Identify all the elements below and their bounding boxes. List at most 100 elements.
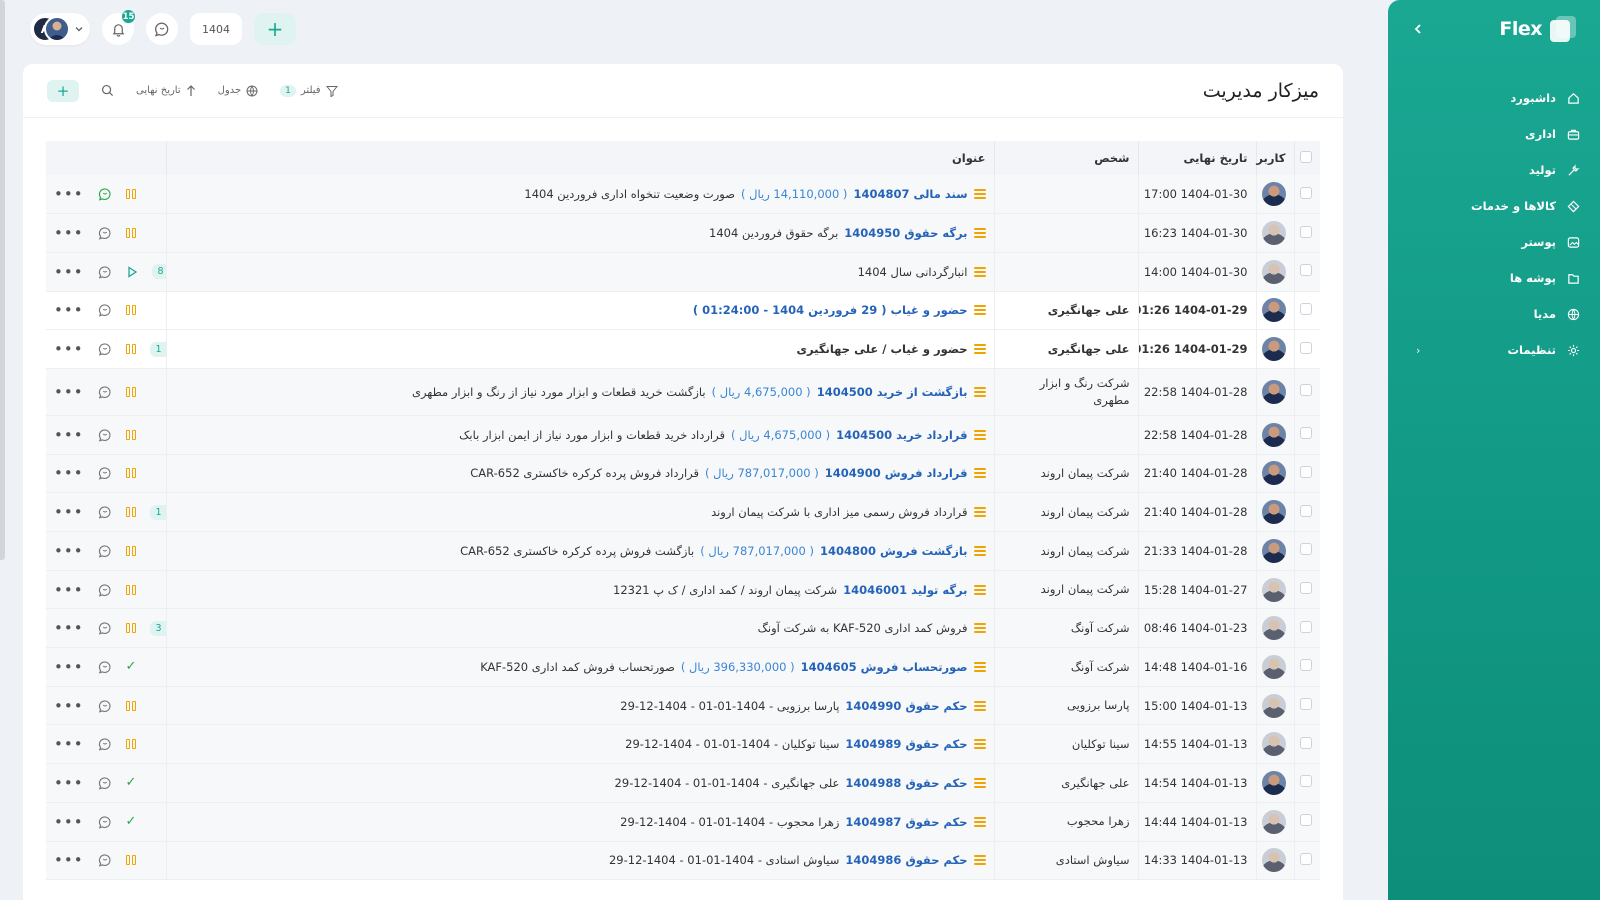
table-row[interactable]: 1404-01-27 15:28 شرکت پیمان اروند برگه تول… [46, 570, 1320, 610]
table-row[interactable]: 1404-01-13 14:44 زهرا محجوب حکم حقوق 14049… [46, 802, 1320, 842]
chat-icon[interactable] [98, 303, 112, 317]
row-checkbox[interactable] [1300, 582, 1312, 595]
chat-icon[interactable] [98, 385, 112, 399]
table-row[interactable]: 1404-01-13 14:55 سینا توکلیان حکم حقوق 140… [46, 724, 1320, 765]
pause-icon[interactable] [125, 305, 138, 316]
record-link[interactable]: قرارداد خرید 1404500 [836, 428, 967, 442]
more-icon[interactable]: ••• [54, 383, 84, 401]
more-icon[interactable]: ••• [54, 851, 84, 869]
sidebar-collapse-button[interactable] [1412, 20, 1424, 39]
col-user-header[interactable]: کاربر [1255, 141, 1294, 175]
avatar[interactable] [1261, 259, 1286, 284]
select-all-checkbox[interactable] [1300, 150, 1312, 163]
pause-icon[interactable] [125, 386, 138, 397]
check-icon[interactable]: ✓ [126, 775, 137, 790]
pause-icon[interactable] [125, 584, 138, 595]
subtask-count-button[interactable]: 1 ⌄ [149, 341, 166, 357]
pause-icon[interactable] [125, 189, 138, 200]
left-scrollbar[interactable] [0, 0, 5, 560]
table-row[interactable]: 1404-01-13 15:00 پارسا برزویی حکم حقوق 140… [46, 686, 1320, 726]
search-button[interactable] [101, 84, 114, 97]
user-menu[interactable]: A [30, 13, 90, 45]
pause-icon[interactable] [125, 855, 138, 866]
chat-icon[interactable] [98, 226, 112, 240]
record-link[interactable]: بازگشت فروش 1404800 [820, 544, 968, 558]
add-record-button[interactable]: + [47, 79, 79, 102]
row-checkbox[interactable] [1300, 620, 1312, 633]
sort-button[interactable]: تاریخ نهایی [136, 84, 196, 97]
chat-icon[interactable] [98, 187, 112, 201]
row-checkbox[interactable] [1300, 543, 1312, 556]
record-link[interactable]: حکم حقوق 1404987 [845, 815, 967, 829]
row-checkbox[interactable] [1300, 427, 1312, 440]
table-row[interactable]: 1404-01-29 01:26علی جهانگیری حضور و غیاب … [46, 291, 1320, 331]
more-icon[interactable]: ••• [54, 735, 84, 753]
table-row[interactable]: 1404-01-28 21:40 شرکت پیمان اروند قرارداد … [46, 454, 1320, 494]
row-checkbox[interactable] [1300, 852, 1312, 865]
sidebar-item-7[interactable]: تنظیمات ‹ [1388, 332, 1600, 368]
table-row[interactable]: 1404-01-28 22:58 قرارداد خرید 1404500 ( 4,… [46, 415, 1320, 455]
pause-icon[interactable] [125, 228, 138, 239]
year-selector[interactable]: 1404 [190, 13, 242, 45]
pause-icon[interactable] [125, 344, 136, 355]
sidebar-item-5[interactable]: پوشه ها [1388, 260, 1600, 296]
pause-icon[interactable] [125, 739, 138, 750]
chat-icon[interactable] [98, 621, 112, 635]
avatar[interactable] [1261, 848, 1286, 873]
more-icon[interactable]: ••• [54, 774, 84, 792]
more-icon[interactable]: ••• [54, 658, 84, 676]
record-link[interactable]: حضور و غیاب ( 29 فروردین 1404 - 01:24:00… [693, 303, 968, 317]
avatar[interactable] [1261, 298, 1286, 323]
notifications-button[interactable]: 15 [102, 9, 136, 45]
sidebar-item-1[interactable]: اداری [1388, 116, 1600, 152]
more-icon[interactable]: ••• [54, 426, 84, 444]
table-row[interactable]: 1404-01-16 14:48 شرکت آونگ صورتحساب فروش 1… [46, 647, 1320, 687]
row-checkbox[interactable] [1300, 341, 1312, 354]
chat-icon[interactable] [98, 737, 112, 751]
chat-icon[interactable] [98, 466, 112, 481]
chat-icon[interactable] [98, 428, 112, 442]
avatar[interactable] [1261, 732, 1286, 757]
avatar[interactable] [1261, 809, 1286, 834]
chat-icon[interactable] [98, 660, 112, 674]
avatar[interactable] [1261, 693, 1286, 718]
row-checkbox[interactable] [1300, 736, 1312, 749]
row-checkbox[interactable] [1300, 504, 1312, 517]
avatar[interactable] [1261, 461, 1286, 486]
avatar[interactable] [1261, 577, 1286, 602]
record-link[interactable]: سند مالی 1404807 [853, 187, 967, 201]
sidebar-item-3[interactable]: کالاها و خدمات [1388, 188, 1600, 224]
more-icon[interactable]: ••• [54, 697, 84, 715]
table-row[interactable]: 1404-01-13 14:54 علی جهانگیری حکم حقوق 140… [46, 763, 1320, 803]
more-icon[interactable]: ••• [54, 224, 84, 242]
record-link[interactable]: حکم حقوق 1404989 [845, 737, 967, 751]
record-link[interactable]: حکم حقوق 1404988 [845, 776, 967, 790]
row-checkbox[interactable] [1300, 775, 1312, 788]
sidebar-item-4[interactable]: پوستر [1388, 224, 1600, 260]
chat-icon[interactable] [98, 544, 112, 558]
row-checkbox[interactable] [1300, 186, 1312, 199]
chat-icon[interactable] [98, 265, 112, 279]
avatar[interactable] [1261, 422, 1286, 447]
more-icon[interactable]: ••• [54, 581, 84, 599]
avatar[interactable] [1261, 379, 1286, 404]
row-checkbox[interactable] [1300, 814, 1312, 827]
play-icon[interactable] [126, 266, 138, 278]
table-row[interactable]: 1404-01-28 21:33 شرکت پیمان اروند بازگشت ف… [46, 531, 1320, 571]
sidebar-item-0[interactable]: داشبورد [1388, 80, 1600, 116]
chat-icon[interactable] [98, 583, 112, 597]
record-link[interactable]: برگه تولید 14046001 [843, 583, 967, 597]
avatar[interactable] [1261, 337, 1286, 362]
table-row[interactable]: 1404-01-30 17:00 سند مالی 1404807 ( 14,110… [46, 175, 1320, 215]
row-checkbox[interactable] [1300, 225, 1312, 238]
col-person-header[interactable]: شخص [993, 141, 1138, 175]
table-row[interactable]: 1404-01-23 08:46 شرکت آونگ فروش کمد اداری … [46, 608, 1320, 649]
chat-icon[interactable] [98, 853, 112, 867]
row-checkbox[interactable] [1300, 465, 1312, 478]
chat-icon[interactable] [98, 342, 112, 356]
subtask-count-button[interactable]: 3 ⌄ [149, 620, 166, 636]
record-link[interactable]: بازگشت از خرید 1404500 [817, 385, 968, 399]
chat-icon[interactable] [98, 815, 112, 829]
record-link[interactable]: حکم حقوق 1404986 [845, 853, 967, 867]
add-button[interactable]: + [254, 13, 296, 45]
